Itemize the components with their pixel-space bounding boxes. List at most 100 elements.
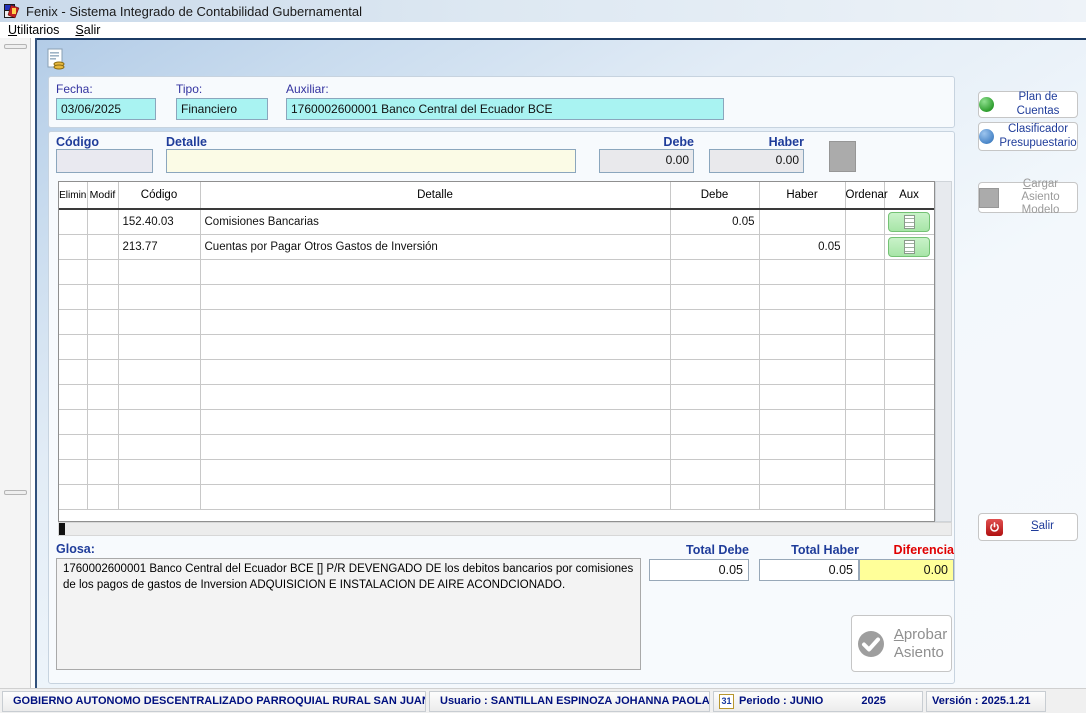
panel-grip-bottom[interactable] bbox=[4, 490, 27, 495]
cell-detalle[interactable]: Comisiones Bancarias bbox=[200, 209, 670, 234]
cell-haber[interactable] bbox=[759, 259, 845, 284]
cell-haber[interactable] bbox=[759, 384, 845, 409]
col-header-debe[interactable]: Debe bbox=[670, 182, 759, 209]
cell-detalle[interactable] bbox=[200, 409, 670, 434]
codigo-input[interactable] bbox=[56, 149, 153, 173]
cell-ordenar[interactable] bbox=[845, 234, 884, 259]
cargar-asiento-modelo-button[interactable]: Cargar Asiento Modelo bbox=[978, 182, 1078, 213]
menu-salir[interactable]: Salir bbox=[73, 23, 110, 37]
fecha-field[interactable]: 03/06/2025 bbox=[56, 98, 156, 120]
cell-debe[interactable] bbox=[670, 459, 759, 484]
detalle-input[interactable] bbox=[166, 149, 576, 173]
col-header-modif[interactable]: Modif bbox=[87, 182, 118, 209]
cell-detalle[interactable] bbox=[200, 484, 670, 509]
col-header-haber[interactable]: Haber bbox=[759, 182, 845, 209]
cell-ordenar[interactable] bbox=[845, 459, 884, 484]
aux-row-button[interactable] bbox=[888, 212, 930, 232]
cell-debe[interactable] bbox=[670, 234, 759, 259]
cell-elimin[interactable] bbox=[59, 384, 87, 409]
cell-modif[interactable] bbox=[87, 234, 118, 259]
aux-row-button[interactable] bbox=[888, 237, 930, 257]
cell-debe[interactable] bbox=[670, 309, 759, 334]
cell-elimin[interactable] bbox=[59, 434, 87, 459]
haber-field[interactable]: 0.00 bbox=[709, 149, 804, 173]
cell-codigo[interactable] bbox=[118, 334, 200, 359]
cell-codigo[interactable] bbox=[118, 359, 200, 384]
glosa-textarea[interactable]: 1760002600001 Banco Central del Ecuador … bbox=[56, 558, 641, 670]
table-row[interactable]: 152.40.03Comisiones Bancarias0.05 bbox=[59, 209, 934, 234]
cell-modif[interactable] bbox=[87, 259, 118, 284]
cell-debe[interactable] bbox=[670, 434, 759, 459]
cell-haber[interactable] bbox=[759, 484, 845, 509]
cell-debe[interactable] bbox=[670, 409, 759, 434]
cell-haber[interactable] bbox=[759, 209, 845, 234]
salir-button[interactable]: Salir bbox=[978, 513, 1078, 541]
col-header-detalle[interactable]: Detalle bbox=[200, 182, 670, 209]
cell-debe[interactable] bbox=[670, 334, 759, 359]
horizontal-scrollbar-thumb[interactable] bbox=[59, 523, 65, 535]
cell-elimin[interactable] bbox=[59, 484, 87, 509]
tipo-field[interactable]: Financiero bbox=[176, 98, 268, 120]
table-row[interactable]: 213.77Cuentas por Pagar Otros Gastos de … bbox=[59, 234, 934, 259]
cell-detalle[interactable]: Cuentas por Pagar Otros Gastos de Invers… bbox=[200, 234, 670, 259]
cell-detalle[interactable] bbox=[200, 284, 670, 309]
cell-elimin[interactable] bbox=[59, 334, 87, 359]
cell-modif[interactable] bbox=[87, 384, 118, 409]
cell-modif[interactable] bbox=[87, 459, 118, 484]
cell-detalle[interactable] bbox=[200, 384, 670, 409]
cell-modif[interactable] bbox=[87, 409, 118, 434]
cell-detalle[interactable] bbox=[200, 459, 670, 484]
cell-elimin[interactable] bbox=[59, 409, 87, 434]
col-header-elimin[interactable]: Elimin bbox=[59, 182, 87, 209]
cell-codigo[interactable] bbox=[118, 484, 200, 509]
cell-debe[interactable] bbox=[670, 284, 759, 309]
cell-ordenar[interactable] bbox=[845, 384, 884, 409]
plan-de-cuentas-button[interactable]: Plan de Cuentas bbox=[978, 91, 1078, 118]
cell-modif[interactable] bbox=[87, 434, 118, 459]
cell-modif[interactable] bbox=[87, 309, 118, 334]
col-header-ordenar[interactable]: Ordenar bbox=[845, 182, 884, 209]
cell-haber[interactable] bbox=[759, 459, 845, 484]
horizontal-scrollbar[interactable] bbox=[58, 522, 952, 536]
cell-modif[interactable] bbox=[87, 334, 118, 359]
cell-ordenar[interactable] bbox=[845, 284, 884, 309]
cell-elimin[interactable] bbox=[59, 234, 87, 259]
cell-elimin[interactable] bbox=[59, 359, 87, 384]
cell-codigo[interactable] bbox=[118, 259, 200, 284]
cell-elimin[interactable] bbox=[59, 284, 87, 309]
cell-elimin[interactable] bbox=[59, 459, 87, 484]
cell-haber[interactable] bbox=[759, 284, 845, 309]
cell-haber[interactable] bbox=[759, 434, 845, 459]
cell-modif[interactable] bbox=[87, 209, 118, 234]
cell-detalle[interactable] bbox=[200, 359, 670, 384]
entry-extra-button[interactable] bbox=[829, 141, 856, 172]
cell-haber[interactable] bbox=[759, 409, 845, 434]
cell-codigo[interactable] bbox=[118, 309, 200, 334]
clasificador-presupuestario-button[interactable]: Clasificador Presupuestario bbox=[978, 122, 1078, 151]
cell-haber[interactable] bbox=[759, 334, 845, 359]
cell-detalle[interactable] bbox=[200, 334, 670, 359]
panel-grip-top[interactable] bbox=[4, 44, 27, 49]
cell-haber[interactable] bbox=[759, 309, 845, 334]
cell-ordenar[interactable] bbox=[845, 359, 884, 384]
debe-field[interactable]: 0.00 bbox=[599, 149, 694, 173]
menu-utilitarios[interactable]: Utilitarios bbox=[6, 23, 69, 37]
cell-detalle[interactable] bbox=[200, 259, 670, 284]
cell-ordenar[interactable] bbox=[845, 309, 884, 334]
col-header-aux[interactable]: Aux bbox=[884, 182, 934, 209]
cell-modif[interactable] bbox=[87, 359, 118, 384]
cell-haber[interactable] bbox=[759, 359, 845, 384]
cell-ordenar[interactable] bbox=[845, 434, 884, 459]
cell-detalle[interactable] bbox=[200, 309, 670, 334]
cell-codigo[interactable]: 213.77 bbox=[118, 234, 200, 259]
left-collapsed-panel[interactable] bbox=[0, 38, 31, 688]
document-with-coins-icon[interactable] bbox=[46, 48, 66, 72]
cell-ordenar[interactable] bbox=[845, 209, 884, 234]
cell-codigo[interactable] bbox=[118, 459, 200, 484]
aprobar-asiento-button[interactable]: Aprobar Asiento bbox=[851, 615, 952, 672]
cell-debe[interactable] bbox=[670, 359, 759, 384]
cell-debe[interactable] bbox=[670, 384, 759, 409]
cell-elimin[interactable] bbox=[59, 209, 87, 234]
cell-elimin[interactable] bbox=[59, 309, 87, 334]
cell-modif[interactable] bbox=[87, 284, 118, 309]
